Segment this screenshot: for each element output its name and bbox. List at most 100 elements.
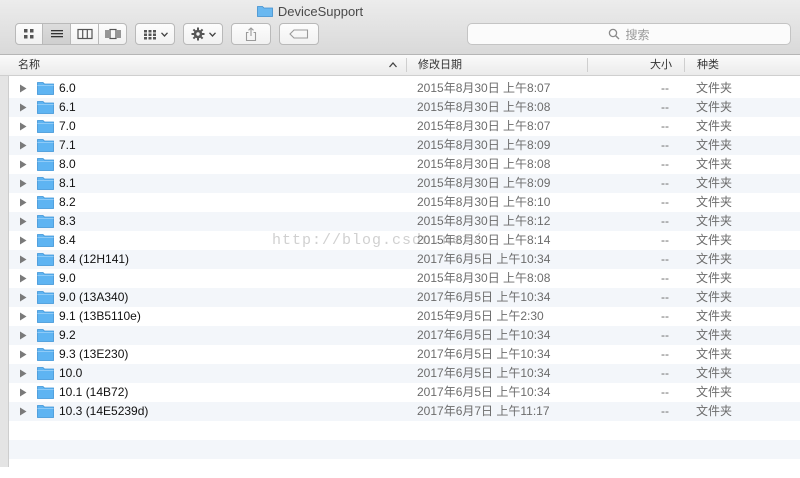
item-kind: 文件夹 bbox=[696, 271, 733, 285]
list-item[interactable]: 8.2 2015年8月30日 上午8:10 -- 文件夹 bbox=[9, 193, 800, 212]
list-item[interactable]: 6.0 2015年8月30日 上午8:07 -- 文件夹 bbox=[9, 79, 800, 98]
item-date: 2015年8月30日 上午8:09 bbox=[417, 176, 551, 190]
item-name: 8.2 bbox=[59, 195, 76, 209]
list-item[interactable]: 9.1 (13B5110e) 2015年9月5日 上午2:30 -- 文件夹 bbox=[9, 307, 800, 326]
disclosure-triangle-icon[interactable] bbox=[19, 236, 27, 245]
disclosure-triangle-icon[interactable] bbox=[19, 293, 27, 302]
arrange-button[interactable] bbox=[135, 23, 175, 45]
folder-icon bbox=[37, 120, 54, 133]
list-item[interactable]: 10.1 (14B72) 2017年6月5日 上午10:34 -- 文件夹 bbox=[9, 383, 800, 402]
disclosure-triangle-icon[interactable] bbox=[19, 84, 27, 93]
item-date: 2017年6月5日 上午10:34 bbox=[417, 328, 551, 342]
disclosure-triangle-icon[interactable] bbox=[19, 141, 27, 150]
disclosure-triangle-icon[interactable] bbox=[19, 160, 27, 169]
disclosure-triangle-icon[interactable] bbox=[19, 103, 27, 112]
item-date: 2015年8月30日 上午8:07 bbox=[417, 119, 551, 133]
folder-icon bbox=[37, 329, 54, 342]
list-item[interactable]: 7.1 2015年8月30日 上午8:09 -- 文件夹 bbox=[9, 136, 800, 155]
disclosure-triangle-icon[interactable] bbox=[19, 198, 27, 207]
tag-button[interactable] bbox=[279, 23, 319, 45]
item-kind: 文件夹 bbox=[696, 157, 733, 171]
item-size: -- bbox=[661, 366, 669, 380]
list-item[interactable]: 9.2 2017年6月5日 上午10:34 -- 文件夹 bbox=[9, 326, 800, 345]
disclosure-triangle-icon[interactable] bbox=[19, 388, 27, 397]
item-kind: 文件夹 bbox=[696, 347, 733, 361]
list-item[interactable]: 9.3 (13E230) 2017年6月5日 上午10:34 -- 文件夹 bbox=[9, 345, 800, 364]
action-button[interactable] bbox=[183, 23, 223, 45]
list-item[interactable]: 6.1 2015年8月30日 上午8:08 -- 文件夹 bbox=[9, 98, 800, 117]
disclosure-triangle-icon[interactable] bbox=[19, 407, 27, 416]
folder-icon bbox=[37, 101, 54, 114]
column-separator[interactable] bbox=[684, 58, 685, 72]
disclosure-triangle-icon[interactable] bbox=[19, 217, 27, 226]
column-header-kind[interactable]: 种类 bbox=[697, 55, 719, 75]
folder-icon bbox=[37, 386, 54, 399]
chevron-down-icon bbox=[160, 31, 168, 37]
item-kind: 文件夹 bbox=[696, 328, 733, 342]
list-item[interactable]: 7.0 2015年8月30日 上午8:07 -- 文件夹 bbox=[9, 117, 800, 136]
folder-icon bbox=[37, 139, 54, 152]
column-header-size[interactable]: 大小 bbox=[600, 55, 672, 75]
empty-row bbox=[9, 459, 800, 478]
list-view-button[interactable] bbox=[43, 23, 71, 45]
item-date: 2015年8月30日 上午8:09 bbox=[417, 138, 551, 152]
item-date: 2015年8月30日 上午8:08 bbox=[417, 100, 551, 114]
folder-icon bbox=[37, 177, 54, 190]
item-name: 9.0 bbox=[59, 271, 76, 285]
item-name: 6.1 bbox=[59, 100, 76, 114]
folder-icon bbox=[256, 6, 273, 17]
gear-icon bbox=[191, 27, 204, 41]
coverflow-view-button[interactable] bbox=[99, 23, 127, 45]
item-date: 2015年8月30日 上午8:14 bbox=[417, 233, 551, 247]
item-date: 2015年8月30日 上午8:08 bbox=[417, 157, 551, 171]
disclosure-triangle-icon[interactable] bbox=[19, 350, 27, 359]
item-size: -- bbox=[661, 81, 669, 95]
disclosure-triangle-icon[interactable] bbox=[19, 255, 27, 264]
item-name: 8.1 bbox=[59, 176, 76, 190]
item-kind: 文件夹 bbox=[696, 195, 733, 209]
list-item[interactable]: 9.0 (13A340) 2017年6月5日 上午10:34 -- 文件夹 bbox=[9, 288, 800, 307]
column-separator[interactable] bbox=[406, 58, 407, 72]
column-header-date[interactable]: 修改日期 bbox=[418, 55, 462, 75]
list-item[interactable]: 8.3 2015年8月30日 上午8:12 -- 文件夹 bbox=[9, 212, 800, 231]
item-date: 2015年8月30日 上午8:07 bbox=[417, 81, 551, 95]
item-name: 10.3 (14E5239d) bbox=[59, 404, 149, 418]
disclosure-triangle-icon[interactable] bbox=[19, 312, 27, 321]
share-icon bbox=[245, 26, 257, 41]
item-kind: 文件夹 bbox=[696, 252, 733, 266]
list-item[interactable]: 8.1 2015年8月30日 上午8:09 -- 文件夹 bbox=[9, 174, 800, 193]
column-header-name[interactable]: 名称 bbox=[18, 55, 40, 75]
toolbar: DeviceSupport 搜索 bbox=[0, 0, 800, 55]
item-date: 2017年6月5日 上午10:34 bbox=[417, 290, 551, 304]
item-kind: 文件夹 bbox=[696, 138, 733, 152]
item-size: -- bbox=[661, 176, 669, 190]
share-button[interactable] bbox=[231, 23, 271, 45]
folder-icon bbox=[37, 215, 54, 228]
empty-row bbox=[9, 421, 800, 440]
folder-icon bbox=[37, 367, 54, 380]
item-name: 8.0 bbox=[59, 157, 76, 171]
list-item[interactable]: 10.3 (14E5239d) 2017年6月7日 上午11:17 -- 文件夹 bbox=[9, 402, 800, 421]
item-date: 2017年6月7日 上午11:17 bbox=[417, 404, 550, 418]
disclosure-triangle-icon[interactable] bbox=[19, 331, 27, 340]
disclosure-triangle-icon[interactable] bbox=[19, 369, 27, 378]
list-item[interactable]: 10.0 2017年6月5日 上午10:34 -- 文件夹 bbox=[9, 364, 800, 383]
disclosure-triangle-icon[interactable] bbox=[19, 274, 27, 283]
disclosure-triangle-icon[interactable] bbox=[19, 122, 27, 131]
list-item[interactable]: 8.4 (12H141) 2017年6月5日 上午10:34 -- 文件夹 bbox=[9, 250, 800, 269]
empty-row bbox=[9, 440, 800, 459]
search-field[interactable]: 搜索 bbox=[467, 23, 791, 45]
disclosure-triangle-icon[interactable] bbox=[19, 179, 27, 188]
item-name: 8.4 bbox=[59, 233, 76, 247]
list-item[interactable]: 8.4 2015年8月30日 上午8:14 -- 文件夹 bbox=[9, 231, 800, 250]
list-item[interactable]: 8.0 2015年8月30日 上午8:08 -- 文件夹 bbox=[9, 155, 800, 174]
sort-ascending-icon[interactable] bbox=[388, 60, 398, 70]
icon-view-button[interactable] bbox=[15, 23, 43, 45]
item-name: 6.0 bbox=[59, 81, 76, 95]
column-separator[interactable] bbox=[587, 58, 588, 72]
column-view-icon bbox=[76, 28, 93, 40]
list-item[interactable]: 9.0 2015年8月30日 上午8:08 -- 文件夹 bbox=[9, 269, 800, 288]
column-view-button[interactable] bbox=[71, 23, 99, 45]
folder-icon bbox=[37, 272, 54, 285]
item-size: -- bbox=[661, 328, 669, 342]
